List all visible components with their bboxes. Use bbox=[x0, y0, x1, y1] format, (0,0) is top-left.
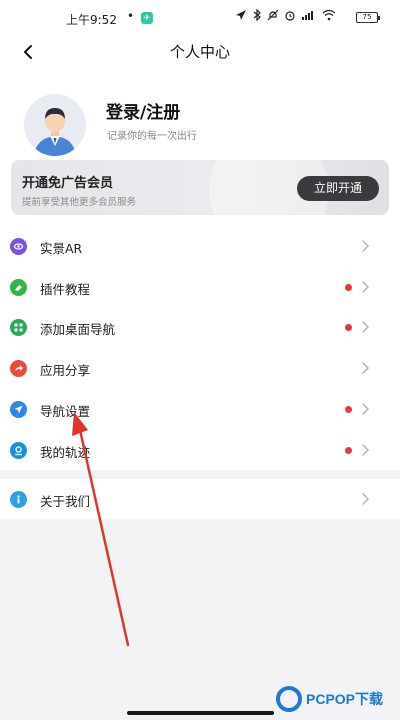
battery-indicator: 75 bbox=[356, 12, 380, 23]
menu-label: 实景AR bbox=[40, 241, 83, 256]
mute-icon bbox=[267, 9, 279, 21]
menu-item-desktop-navigation[interactable]: 添加桌面导航 bbox=[0, 307, 400, 347]
signal-icon bbox=[302, 11, 313, 20]
chevron-right-icon bbox=[362, 444, 370, 456]
chevron-right-icon bbox=[362, 493, 370, 505]
info-icon bbox=[10, 491, 27, 508]
red-dot-badge bbox=[345, 324, 352, 331]
menu-label: 导航设置 bbox=[40, 404, 91, 419]
chevron-right-icon bbox=[362, 321, 370, 333]
profile-subtitle: 记录你的每一次出行 bbox=[107, 131, 197, 142]
menu-item-plugin-tutorial[interactable]: 插件教程 bbox=[0, 267, 400, 307]
red-dot-badge bbox=[345, 447, 352, 454]
alarm-icon bbox=[285, 11, 295, 21]
menu-label: 关于我们 bbox=[40, 494, 91, 509]
menu-list: 实景AR 插件教程 添加桌面导航 应用分享 导航设置 我的轨迹 bbox=[0, 218, 400, 470]
wifi-icon bbox=[322, 9, 336, 21]
bluetooth-icon bbox=[253, 9, 261, 21]
plugin-icon bbox=[10, 279, 27, 296]
vip-title: 开通免广告会员 bbox=[22, 176, 114, 191]
watermark-text: PCPOP下载 bbox=[306, 691, 384, 707]
user-avatar-icon bbox=[24, 94, 86, 156]
grid-icon bbox=[10, 319, 27, 336]
about-section: 关于我们 bbox=[0, 479, 400, 519]
menu-label: 应用分享 bbox=[40, 363, 91, 378]
vip-open-button[interactable]: 立即开通 bbox=[297, 176, 379, 201]
red-dot-badge bbox=[345, 284, 352, 291]
status-icons bbox=[235, 9, 336, 21]
page-title: 个人中心 bbox=[169, 43, 230, 61]
nav-bar: 个人中心 bbox=[0, 36, 400, 70]
chevron-right-icon bbox=[362, 362, 370, 374]
status-bar: 上午9:52 • ✈ 75 bbox=[0, 0, 400, 36]
home-indicator[interactable] bbox=[127, 711, 274, 715]
profile-section[interactable]: 登录/注册 记录你的每一次出行 bbox=[0, 70, 400, 160]
avatar[interactable] bbox=[24, 94, 86, 156]
menu-item-navigation-settings[interactable]: 导航设置 bbox=[0, 389, 400, 429]
menu-label: 插件教程 bbox=[40, 282, 91, 297]
track-icon bbox=[10, 442, 27, 459]
red-dot-badge bbox=[345, 406, 352, 413]
status-time: 上午9:52 bbox=[66, 13, 117, 27]
login-register-link[interactable]: 登录/注册 bbox=[106, 98, 180, 123]
menu-item-about-us[interactable]: 关于我们 bbox=[0, 479, 400, 519]
location-icon bbox=[236, 10, 246, 20]
ar-icon bbox=[10, 238, 27, 255]
watermark: PCPOP下载 bbox=[276, 686, 383, 712]
menu-label: 添加桌面导航 bbox=[40, 322, 116, 337]
vip-subtitle: 提前享受其他更多会员服务 bbox=[22, 197, 137, 208]
status-dot: • bbox=[127, 9, 135, 23]
menu-item-app-share[interactable]: 应用分享 bbox=[0, 348, 400, 388]
chevron-right-icon bbox=[362, 281, 370, 293]
menu-item-ar[interactable]: 实景AR bbox=[0, 226, 400, 266]
share-icon bbox=[10, 360, 27, 377]
vip-card[interactable]: 开通免广告会员 提前享受其他更多会员服务 立即开通 bbox=[11, 160, 389, 215]
menu-item-my-track[interactable]: 我的轨迹 bbox=[0, 430, 400, 470]
pcpop-logo-icon bbox=[276, 686, 302, 712]
vip-card-container: 开通免广告会员 提前享受其他更多会员服务 立即开通 bbox=[0, 160, 400, 218]
chevron-right-icon bbox=[362, 240, 370, 252]
app-notification-icon: ✈ bbox=[141, 12, 153, 24]
menu-label: 我的轨迹 bbox=[40, 445, 91, 460]
chevron-right-icon bbox=[362, 403, 370, 415]
navigation-icon bbox=[10, 401, 27, 418]
